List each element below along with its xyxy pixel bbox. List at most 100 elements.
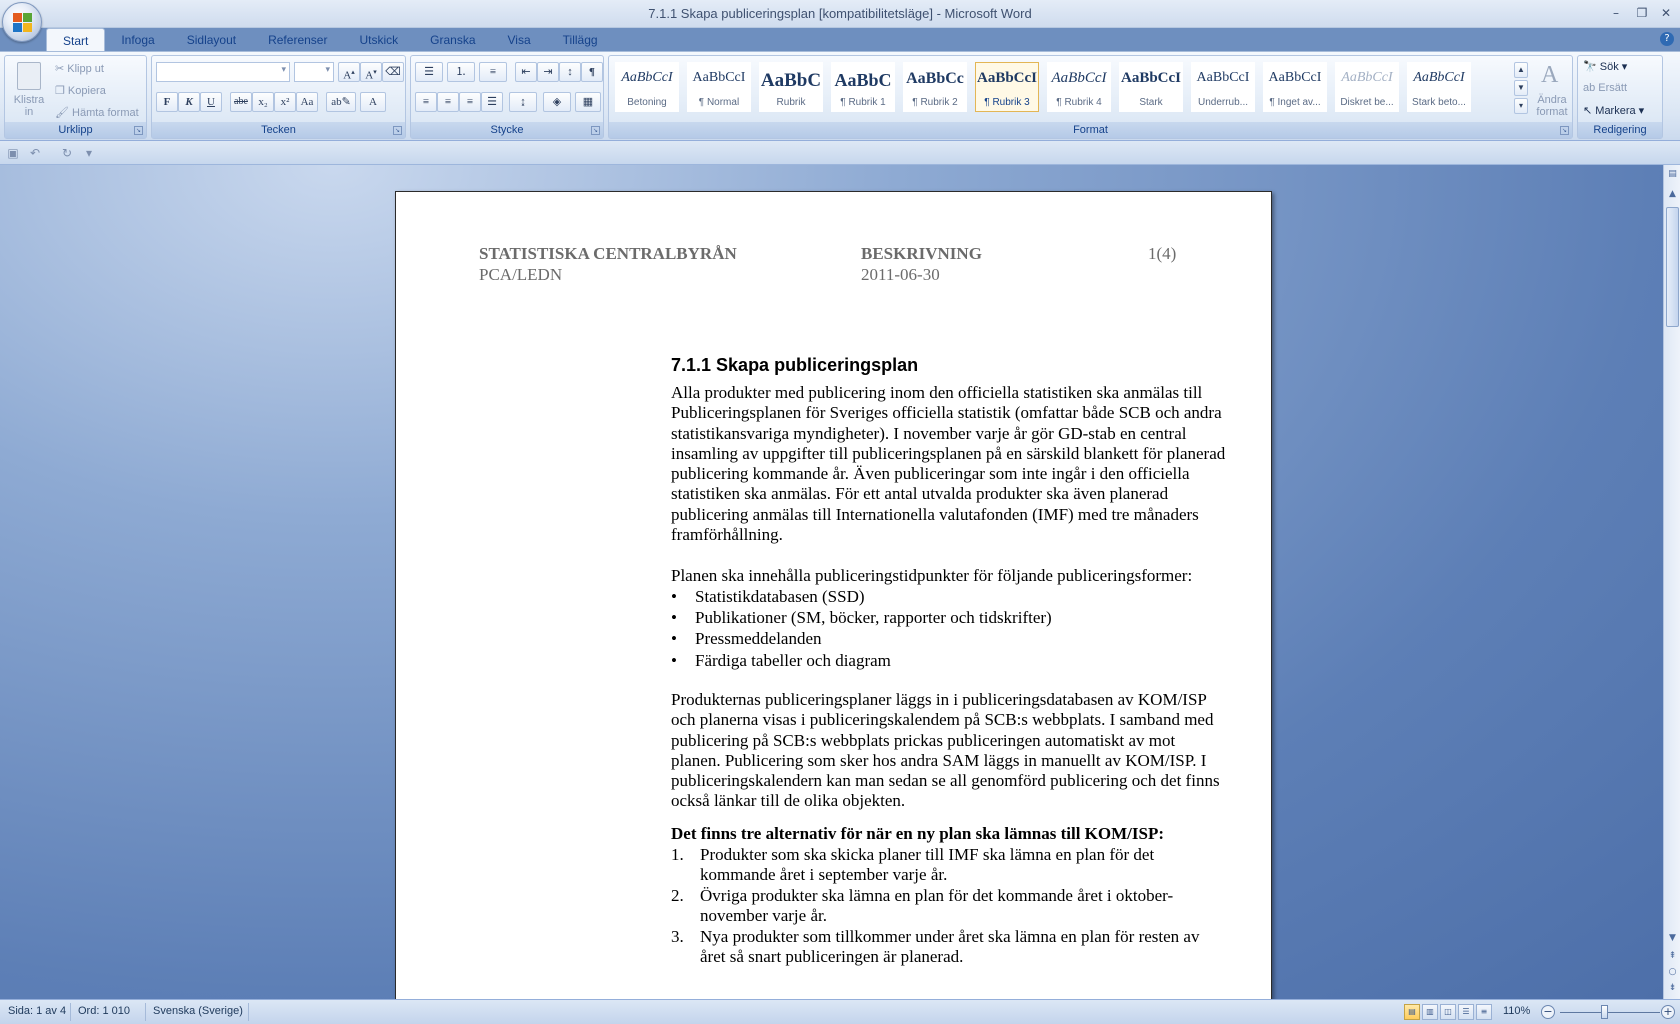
document-page[interactable]: STATISTISKA CENTRALBYRÅN PCA/LEDN BESKRI… xyxy=(395,191,1272,999)
scroll-thumb[interactable] xyxy=(1666,207,1679,327)
shading-icon[interactable]: ◈ xyxy=(543,92,571,112)
customize-qat-icon[interactable]: ▾ xyxy=(82,146,96,160)
bullets-icon[interactable]: ☰ xyxy=(415,62,443,82)
zoom-slider-track[interactable] xyxy=(1560,1012,1660,1013)
style-name: Diskret be... xyxy=(1340,97,1394,108)
italic-button[interactable]: K xyxy=(178,92,200,112)
increase-indent-icon[interactable]: ⇥ xyxy=(537,62,559,82)
gallery-down-icon[interactable]: ▼ xyxy=(1514,80,1528,96)
tab-start[interactable]: Start xyxy=(46,28,106,52)
style-tile[interactable]: AaBbCcI Diskret be... xyxy=(1335,62,1399,112)
change-styles-button[interactable]: A Ändra format xyxy=(1533,60,1571,122)
select-button[interactable]: ↖ Markera ▾ xyxy=(1583,104,1644,117)
office-button[interactable] xyxy=(2,2,42,42)
numbering-icon[interactable]: ⒈ xyxy=(447,62,475,82)
tab-tillagg[interactable]: Tillägg xyxy=(547,28,614,52)
paragraph-launcher-icon[interactable]: ↘ xyxy=(591,126,600,135)
tab-referenser[interactable]: Referenser xyxy=(252,28,343,52)
style-tile[interactable]: AaBbCcI ¶ Normal xyxy=(687,62,751,112)
pilcrow-icon[interactable]: ¶ xyxy=(581,62,603,82)
close-icon[interactable]: ✕ xyxy=(1658,5,1674,21)
outline-view-icon[interactable]: ☰ xyxy=(1458,1004,1474,1020)
next-page-icon[interactable]: ⇟ xyxy=(1666,981,1679,995)
redo-icon[interactable]: ↻ xyxy=(60,146,74,160)
subscript-button[interactable]: x₂ xyxy=(252,92,274,112)
align-center-icon[interactable]: ≡ xyxy=(437,92,459,112)
help-icon[interactable]: ? xyxy=(1660,32,1674,46)
grow-font-button[interactable]: A▴ xyxy=(338,62,360,82)
replace-button[interactable]: ab Ersätt xyxy=(1583,82,1627,94)
highlight-icon[interactable]: ab✎ xyxy=(326,92,356,112)
font-launcher-icon[interactable]: ↘ xyxy=(393,126,402,135)
font-name-combo[interactable] xyxy=(156,62,290,82)
tab-granska[interactable]: Granska xyxy=(414,28,491,52)
strikethrough-button[interactable]: abe xyxy=(230,92,252,112)
gallery-up-icon[interactable]: ▲ xyxy=(1514,62,1528,78)
shrink-font-button[interactable]: A▾ xyxy=(360,62,382,82)
previous-page-icon[interactable]: ⇞ xyxy=(1666,949,1679,963)
style-preview: AaBbCcI xyxy=(1413,70,1465,85)
style-tile[interactable]: AaBbCcI Stark beto... xyxy=(1407,62,1471,112)
zoom-out-icon[interactable]: − xyxy=(1541,1005,1555,1019)
paste-button[interactable]: Klistra in xyxy=(9,60,49,122)
style-tile[interactable]: AaBbCcI ¶ Inget av... xyxy=(1263,62,1327,112)
scissors-icon: ✂ xyxy=(55,63,68,75)
bold-button[interactable]: F xyxy=(156,92,178,112)
style-tile[interactable]: AaBbCcI Stark xyxy=(1119,62,1183,112)
font-color-icon[interactable]: A xyxy=(360,92,386,112)
scroll-down-icon[interactable]: ▼ xyxy=(1666,931,1679,945)
style-tile[interactable]: AaBbC ¶ Rubrik 1 xyxy=(831,62,895,112)
status-language[interactable]: Svenska (Sverige) xyxy=(153,1005,243,1017)
cut-button[interactable]: ✂ Klipp ut xyxy=(55,62,104,75)
sort-icon[interactable]: ↕ xyxy=(559,62,581,82)
zoom-level[interactable]: 110% xyxy=(1503,1005,1530,1017)
zoom-slider-thumb[interactable] xyxy=(1601,1005,1608,1019)
status-page[interactable]: Sida: 1 av 4 xyxy=(8,1005,66,1017)
align-left-icon[interactable]: ≡ xyxy=(415,92,437,112)
save-icon[interactable]: ▣ xyxy=(6,146,20,160)
status-divider xyxy=(70,1003,71,1021)
decrease-indent-icon[interactable]: ⇤ xyxy=(515,62,537,82)
restore-icon[interactable]: ❐ xyxy=(1634,5,1650,21)
undo-icon[interactable]: ↶ xyxy=(28,146,42,160)
browse-object-icon[interactable]: ○ xyxy=(1666,965,1679,979)
find-button[interactable]: 🔭 Sök ▾ xyxy=(1583,60,1627,73)
tab-infoga[interactable]: Infoga xyxy=(105,28,170,52)
style-tile[interactable]: AaBbC Rubrik xyxy=(759,62,823,112)
underline-button[interactable]: U xyxy=(200,92,222,112)
scroll-up-icon[interactable]: ▲ xyxy=(1666,187,1679,201)
change-case-button[interactable]: Aa xyxy=(296,92,318,112)
tab-utskick[interactable]: Utskick xyxy=(343,28,414,52)
draft-view-icon[interactable]: ≡ xyxy=(1476,1004,1492,1020)
style-tile[interactable]: AaBbCc ¶ Rubrik 2 xyxy=(903,62,967,112)
font-size-combo[interactable] xyxy=(294,62,334,82)
multilevel-list-icon[interactable]: ≡ xyxy=(479,62,507,82)
style-tile[interactable]: AaBbCcI Underrub... xyxy=(1191,62,1255,112)
style-tile[interactable]: AaBbCcI ¶ Rubrik 3 xyxy=(975,62,1039,112)
web-layout-icon[interactable]: ◫ xyxy=(1440,1004,1456,1020)
clipboard-launcher-icon[interactable]: ↘ xyxy=(134,126,143,135)
format-painter-button[interactable]: 🖌 Hämta format xyxy=(55,106,139,119)
align-right-icon[interactable]: ≡ xyxy=(459,92,481,112)
minimize-icon[interactable]: – xyxy=(1608,5,1624,21)
line-spacing-icon[interactable]: ↨ xyxy=(509,92,537,112)
zoom-in-icon[interactable]: + xyxy=(1661,1005,1675,1019)
full-screen-reading-icon[interactable]: ▥ xyxy=(1422,1004,1438,1020)
style-tile[interactable]: AaBbCcI Betoning xyxy=(615,62,679,112)
copy-button[interactable]: ❐ Kopiera xyxy=(55,84,106,97)
styles-launcher-icon[interactable]: ↘ xyxy=(1560,126,1569,135)
gallery-more-icon[interactable]: ▾ xyxy=(1514,98,1528,114)
clear-formatting-icon[interactable]: ⌫ xyxy=(382,62,404,82)
status-words[interactable]: Ord: 1 010 xyxy=(78,1005,130,1017)
style-tile[interactable]: AaBbCcI ¶ Rubrik 4 xyxy=(1047,62,1111,112)
tab-visa[interactable]: Visa xyxy=(492,28,547,52)
tab-sidlayout[interactable]: Sidlayout xyxy=(171,28,252,52)
ruler-toggle-icon[interactable]: ▤ xyxy=(1666,167,1679,181)
justify-icon[interactable]: ☰ xyxy=(481,92,503,112)
superscript-button[interactable]: x² xyxy=(274,92,296,112)
vertical-scrollbar[interactable]: ▤ ▲ ▼ ⇞ ○ ⇟ xyxy=(1663,165,1680,999)
paragraph-group-label: Stycke xyxy=(411,122,603,138)
print-layout-view-icon[interactable]: ▤ xyxy=(1404,1004,1420,1020)
title-bar: 7.1.1 Skapa publiceringsplan [kompatibil… xyxy=(0,0,1680,28)
borders-icon[interactable]: ▦ xyxy=(575,92,601,112)
